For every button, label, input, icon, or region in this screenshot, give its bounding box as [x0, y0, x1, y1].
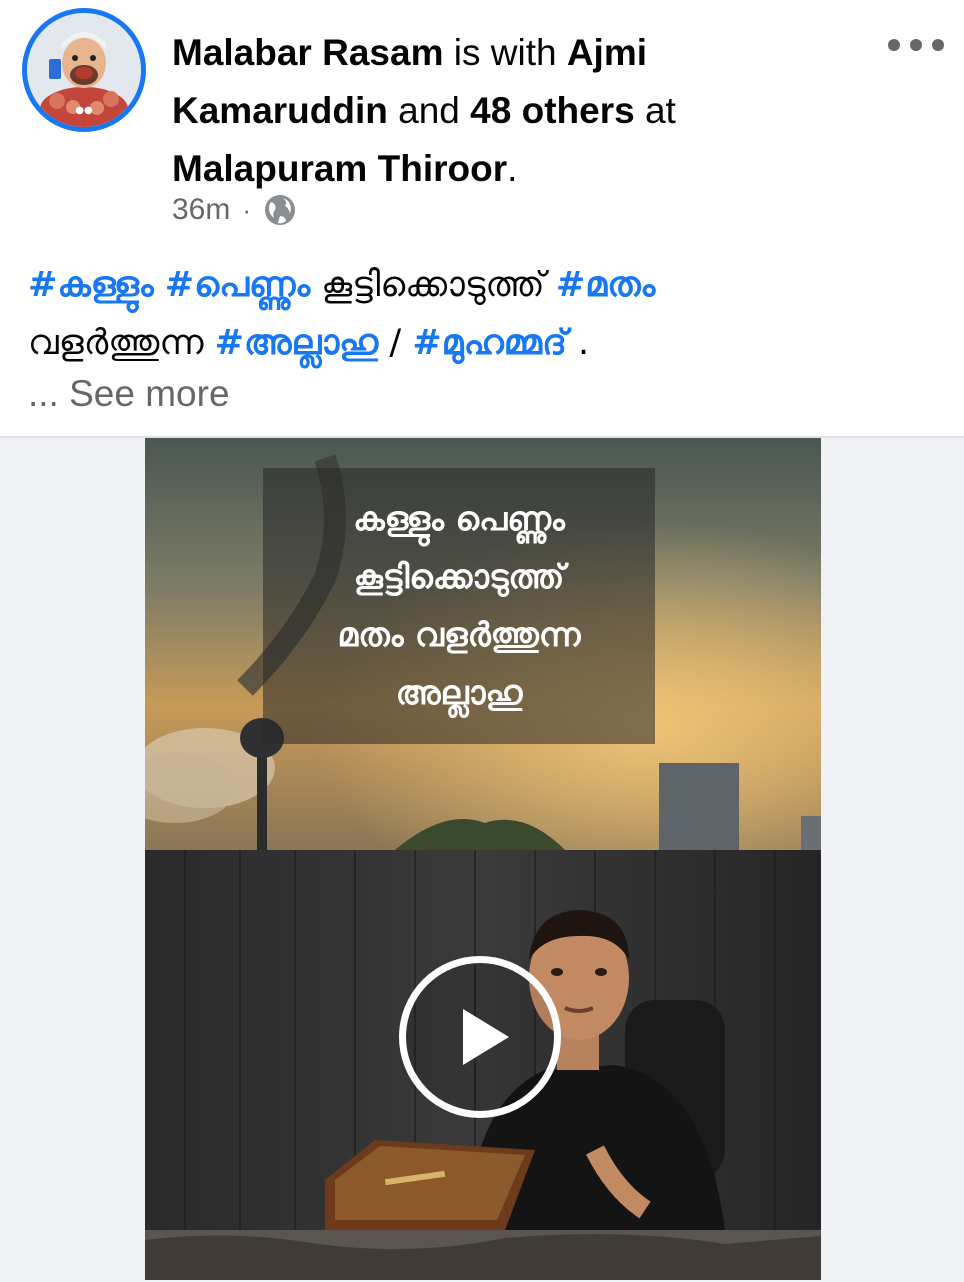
hashtag-link[interactable]: #കള്ളും [28, 265, 154, 305]
post-body: #കള്ളും #പെണ്ണും കൂട്ടിക്കൊടുത്ത് #മതം വ… [28, 256, 938, 372]
see-more-link[interactable]: ... See more [28, 368, 230, 420]
location-link[interactable]: Malapuram Thiroor [172, 148, 507, 189]
post-text-slash: / [389, 323, 402, 363]
overlay-line: അല്ലാഹു [395, 673, 523, 712]
post-meta: 36m · [172, 188, 297, 232]
others-link[interactable]: 48 others [470, 90, 635, 131]
post-text-segment: കൂട്ടിക്കൊടുത്ത് [321, 265, 545, 305]
svg-text:●●: ●● [75, 105, 93, 116]
author-name[interactable]: Malabar Rasam [172, 32, 443, 73]
meta-separator: · [242, 194, 252, 225]
hashtag-link[interactable]: #അല്ലാഹു [215, 323, 379, 363]
overlay-line: മതം വളർത്തുന്ന [337, 615, 581, 654]
with-text: is with [443, 32, 567, 73]
post-header: Malabar Rasam is with Ajmi Kamaruddin an… [172, 24, 852, 198]
page-avatar[interactable]: ●● [22, 8, 146, 132]
period-text: . [507, 148, 518, 189]
video-thumbnail-ground [145, 1230, 821, 1280]
play-icon [463, 1009, 509, 1065]
globe-icon [265, 195, 296, 225]
post-time[interactable]: 36m [172, 193, 230, 227]
hashtag-link[interactable]: #മതം [556, 265, 655, 305]
avatar-cartoon-image: ●● [27, 13, 141, 127]
hashtag-link[interactable]: #മുഹമ്മദ് [412, 323, 567, 363]
video-player[interactable]: കള്ളും പെണ്ണും കൂട്ടിക്കൊടുത്ത് മതം വളർത… [145, 438, 821, 1280]
more-options-icon[interactable] [888, 30, 944, 60]
overlay-line: കൂട്ടിക്കൊടുത്ത് [353, 557, 565, 596]
post-text-segment: വളർത്തുന്ന [28, 323, 204, 363]
and-text: and [387, 90, 471, 131]
post-text-end: . [578, 323, 590, 363]
play-button[interactable] [399, 956, 561, 1118]
at-text: at [634, 90, 676, 131]
hashtag-link[interactable]: #പെണ്ണും [165, 265, 310, 305]
video-text-overlay: കള്ളും പെണ്ണും കൂട്ടിക്കൊടുത്ത് മതം വളർത… [263, 468, 655, 744]
overlay-line: കള്ളും പെണ്ണും [353, 499, 565, 538]
